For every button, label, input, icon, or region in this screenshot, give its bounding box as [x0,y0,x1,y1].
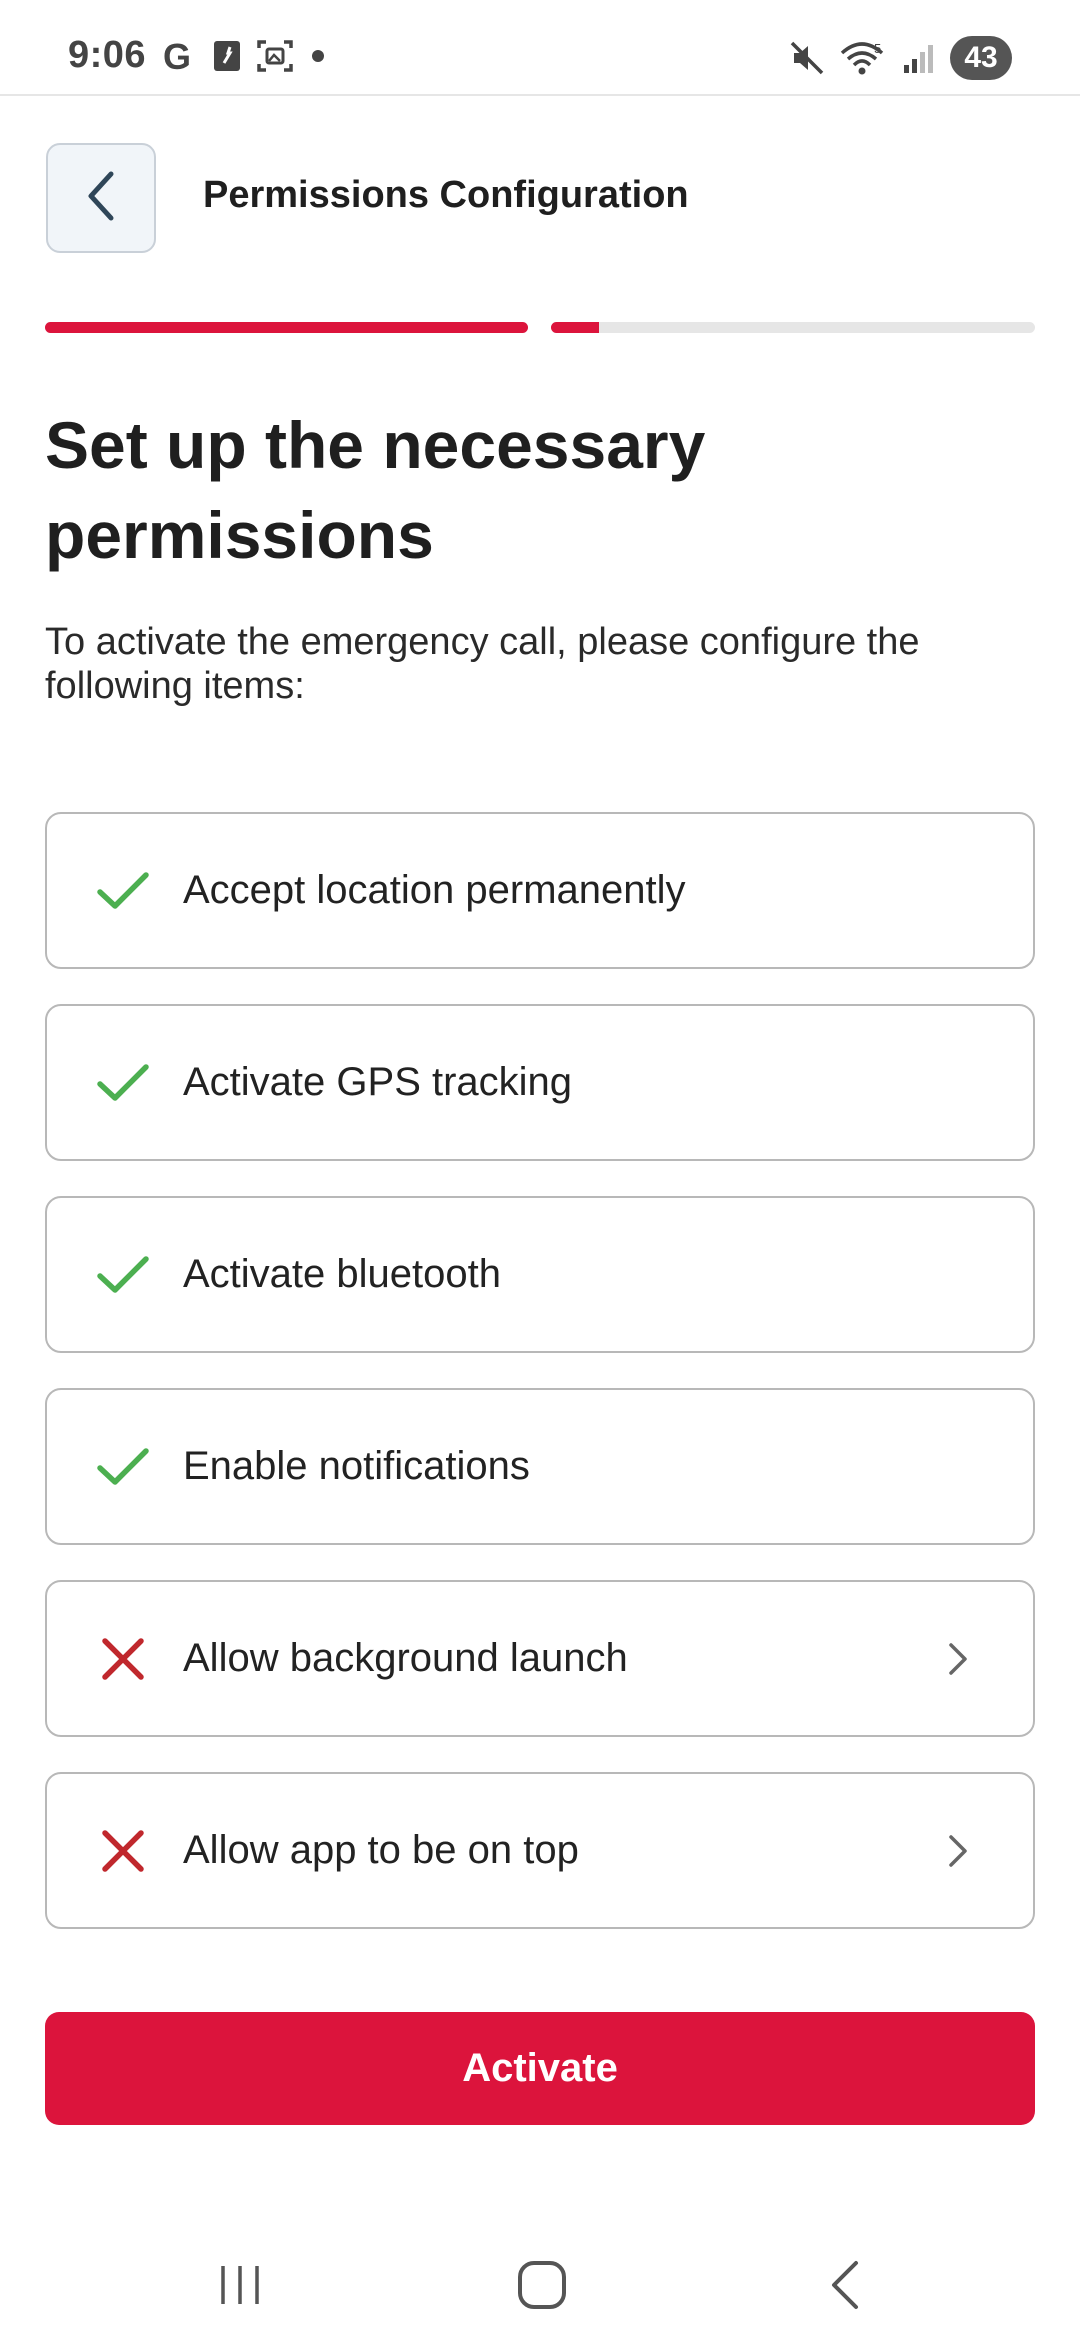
cross-icon [97,1633,149,1685]
back-button[interactable] [46,143,156,253]
permission-item-label: Accept location permanently [183,868,686,912]
permission-item-notifications: Enable notifications [45,1388,1035,1545]
recent-apps-icon[interactable] [200,2250,280,2320]
check-icon [97,1057,149,1109]
progress-segment-2 [551,322,1035,333]
sim-icon [212,39,242,73]
permission-item-on-top[interactable]: Allow app to be on top [45,1772,1035,1929]
check-icon [97,1249,149,1301]
screenshot-icon [256,38,294,74]
status-time: 9:06 [68,34,147,76]
mute-icon [788,39,826,77]
svg-text:G: G [163,37,191,75]
permission-item-label: Enable notifications [183,1444,530,1488]
wifi-icon: 5 [840,39,888,77]
header-title: Permissions Configuration [203,174,689,216]
progress-fill-1 [45,322,528,333]
permission-item-gps: Activate GPS tracking [45,1004,1035,1161]
permission-item-location: Accept location permanently [45,812,1035,969]
svg-text:5: 5 [874,41,881,56]
status-bar-right: 5 43 [788,36,1012,80]
cross-icon [97,1825,149,1877]
home-icon[interactable] [502,2250,582,2320]
permission-item-background-launch[interactable]: Allow background launch [45,1580,1035,1737]
page-title: Set up the necessary permissions [45,408,706,572]
permission-item-label: Activate bluetooth [183,1252,501,1296]
dot-icon [308,46,328,66]
battery-indicator: 43 [950,36,1012,80]
permission-item-label: Activate GPS tracking [183,1060,573,1104]
permission-item-label: Allow background launch [183,1636,628,1680]
status-bar: 9:06 G 5 43 [0,0,1080,96]
permission-item-bluetooth: Activate bluetooth [45,1196,1035,1353]
signal-icon [902,41,936,75]
chevron-right-icon [943,1831,973,1871]
chevron-left-icon [81,166,121,231]
check-icon [97,865,149,917]
progress-fill-2 [551,322,600,333]
chevron-right-icon [943,1639,973,1679]
progress-segment-1 [45,322,528,333]
check-icon [97,1441,149,1493]
google-icon: G [160,37,198,75]
permission-item-label: Allow app to be on top [183,1828,579,1872]
back-icon[interactable] [806,2250,886,2320]
status-bar-left: 9:06 G [68,34,328,77]
page-subtitle: To activate the emergency call, please c… [45,621,920,707]
system-nav-bar [0,2220,1080,2340]
activate-button[interactable]: Activate [45,2012,1035,2125]
